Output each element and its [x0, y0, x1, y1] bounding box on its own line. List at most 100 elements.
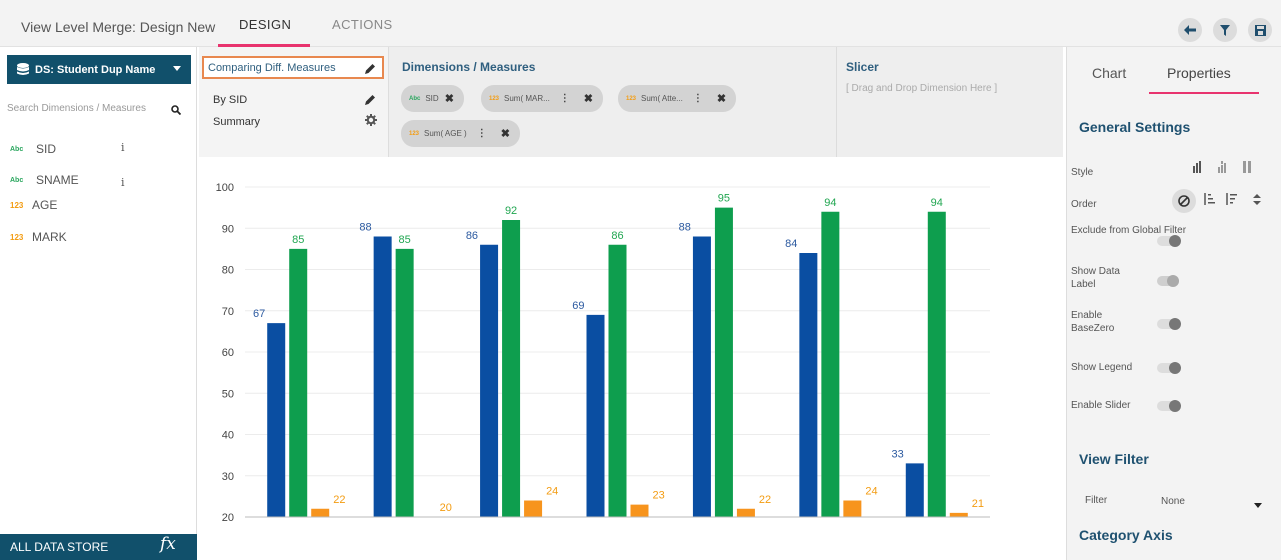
gear-icon[interactable] [365, 114, 377, 126]
tab-properties[interactable]: Properties [1167, 65, 1231, 81]
filter-label: Filter [1085, 495, 1108, 506]
y-tick-label: 80 [222, 265, 234, 277]
bar [311, 508, 330, 517]
all-data-store-button[interactable]: ALL DATA STORE fx [0, 534, 197, 560]
info-icon[interactable]: i [121, 141, 125, 154]
chevron-down-icon[interactable] [1254, 503, 1262, 508]
chip-label: Sum( AGE ) [424, 129, 467, 138]
chip-label: Sum( MAR... [504, 94, 550, 103]
chevron-down-icon [173, 66, 181, 71]
toggle-knob [1169, 235, 1181, 247]
y-tick-label: 40 [222, 430, 234, 442]
bar [373, 236, 392, 517]
style-label: Style [1071, 167, 1094, 178]
more-options-icon[interactable]: ⋮ [477, 128, 487, 139]
filter-button[interactable] [1213, 18, 1237, 42]
close-icon[interactable]: ✖ [584, 92, 593, 105]
more-options-icon[interactable]: ⋮ [693, 93, 703, 104]
chip-sid[interactable]: Abc SID ✖ [401, 85, 464, 112]
text-type-icon: Abc [10, 145, 24, 153]
chip-sum-mark[interactable]: 123 Sum( MAR... ⋮ ✖ [481, 85, 604, 112]
tab-design[interactable]: DESIGN [239, 17, 291, 32]
bar [395, 248, 414, 517]
search-icon[interactable] [171, 105, 181, 115]
data-label: 94 [931, 197, 943, 209]
sort-descending-icon[interactable] [1225, 193, 1237, 205]
bar [714, 207, 733, 517]
show-legend-toggle[interactable] [1157, 362, 1181, 374]
slicer-drop-zone[interactable]: [ Drag and Drop Dimension Here ] [846, 83, 997, 94]
properties-panel: Chart Properties General Settings Style … [1066, 47, 1281, 560]
edit-icon[interactable] [365, 94, 376, 105]
close-icon[interactable]: ✖ [501, 127, 510, 140]
field-sid[interactable]: Abc SID [10, 142, 56, 156]
save-button[interactable] [1248, 18, 1272, 42]
database-icon [17, 63, 29, 75]
save-icon [1254, 24, 1266, 36]
text-type-icon: Abc [409, 95, 421, 102]
bar [736, 508, 755, 517]
show-legend-label: Show Legend [1071, 362, 1133, 373]
data-fields-panel: DS: Student Dup Name Search Dimensions /… [0, 47, 197, 560]
number-type-icon: 123 [489, 95, 500, 102]
exclude-filter-toggle[interactable] [1157, 235, 1181, 247]
general-settings-title: General Settings [1079, 119, 1191, 135]
view-item-active[interactable]: Comparing Diff. Measures [202, 56, 384, 79]
show-data-label-toggle[interactable] [1157, 275, 1179, 287]
y-tick-label: 20 [222, 512, 234, 524]
view-label: Comparing Diff. Measures [208, 62, 336, 74]
edit-icon[interactable] [365, 63, 376, 74]
tab-actions[interactable]: ACTIONS [332, 17, 393, 32]
view-item-by-sid[interactable]: By SID [213, 94, 247, 106]
sort-toggle-icon[interactable] [1253, 194, 1261, 205]
page-title: View Level Merge: Design New [21, 19, 216, 35]
view-list: Comparing Diff. Measures By SID Summary [199, 47, 389, 157]
filter-select[interactable]: None [1161, 496, 1185, 507]
tab-chart[interactable]: Chart [1092, 65, 1126, 81]
view-item-summary[interactable]: Summary [213, 116, 260, 128]
show-data-label-label: Show Data Label [1071, 266, 1120, 290]
datasource-selector[interactable]: DS: Student Dup Name [7, 55, 191, 84]
info-icon[interactable]: i [121, 176, 125, 189]
bar [480, 244, 499, 517]
data-label: 67 [253, 308, 265, 320]
datasource-name: DS: Student Dup Name [35, 63, 156, 76]
no-sort-icon[interactable] [1172, 189, 1196, 213]
number-type-icon: 123 [409, 130, 420, 137]
formula-icon[interactable]: fx [160, 534, 176, 554]
divider [836, 47, 837, 157]
search-input[interactable]: Search Dimensions / Measures [7, 103, 187, 114]
close-icon[interactable]: ✖ [717, 92, 726, 105]
chip-sum-age[interactable]: 123 Sum( AGE ) ⋮ ✖ [401, 120, 520, 147]
data-label: 86 [466, 230, 478, 242]
field-sname[interactable]: Abc SNAME [10, 173, 79, 187]
view-filter-title: View Filter [1079, 451, 1149, 467]
design-config-bar: Comparing Diff. Measures By SID Summary … [199, 47, 1063, 157]
field-mark[interactable]: 123 MARK [10, 230, 67, 244]
field-age[interactable]: 123 AGE [10, 198, 57, 212]
close-icon[interactable]: ✖ [445, 92, 454, 105]
data-label: 88 [679, 222, 691, 234]
more-options-icon[interactable]: ⋮ [560, 93, 570, 104]
bar [905, 463, 924, 517]
chart-style-icons[interactable] [1193, 161, 1261, 173]
top-bar: View Level Merge: Design New DESIGN ACTI… [0, 0, 1281, 47]
data-label: 22 [333, 494, 345, 506]
data-label: 85 [399, 234, 411, 246]
base-zero-toggle[interactable] [1157, 318, 1181, 330]
data-label: 24 [865, 486, 877, 498]
bar [949, 512, 968, 517]
bar [586, 314, 605, 517]
y-tick-label: 60 [222, 347, 234, 359]
data-label: 20 [440, 502, 452, 514]
sort-ascending-icon[interactable] [1203, 193, 1215, 205]
filter-icon [1220, 24, 1230, 36]
number-type-icon: 123 [626, 95, 637, 102]
category-axis-title: Category Axis [1079, 527, 1173, 543]
bar [821, 211, 840, 517]
data-label: 84 [785, 238, 797, 250]
base-zero-label: Enable BaseZero [1071, 310, 1115, 334]
back-button[interactable] [1178, 18, 1202, 42]
chip-sum-attendance[interactable]: 123 Sum( Atte... ⋮ ✖ [618, 85, 737, 112]
enable-slider-toggle[interactable] [1157, 400, 1181, 412]
